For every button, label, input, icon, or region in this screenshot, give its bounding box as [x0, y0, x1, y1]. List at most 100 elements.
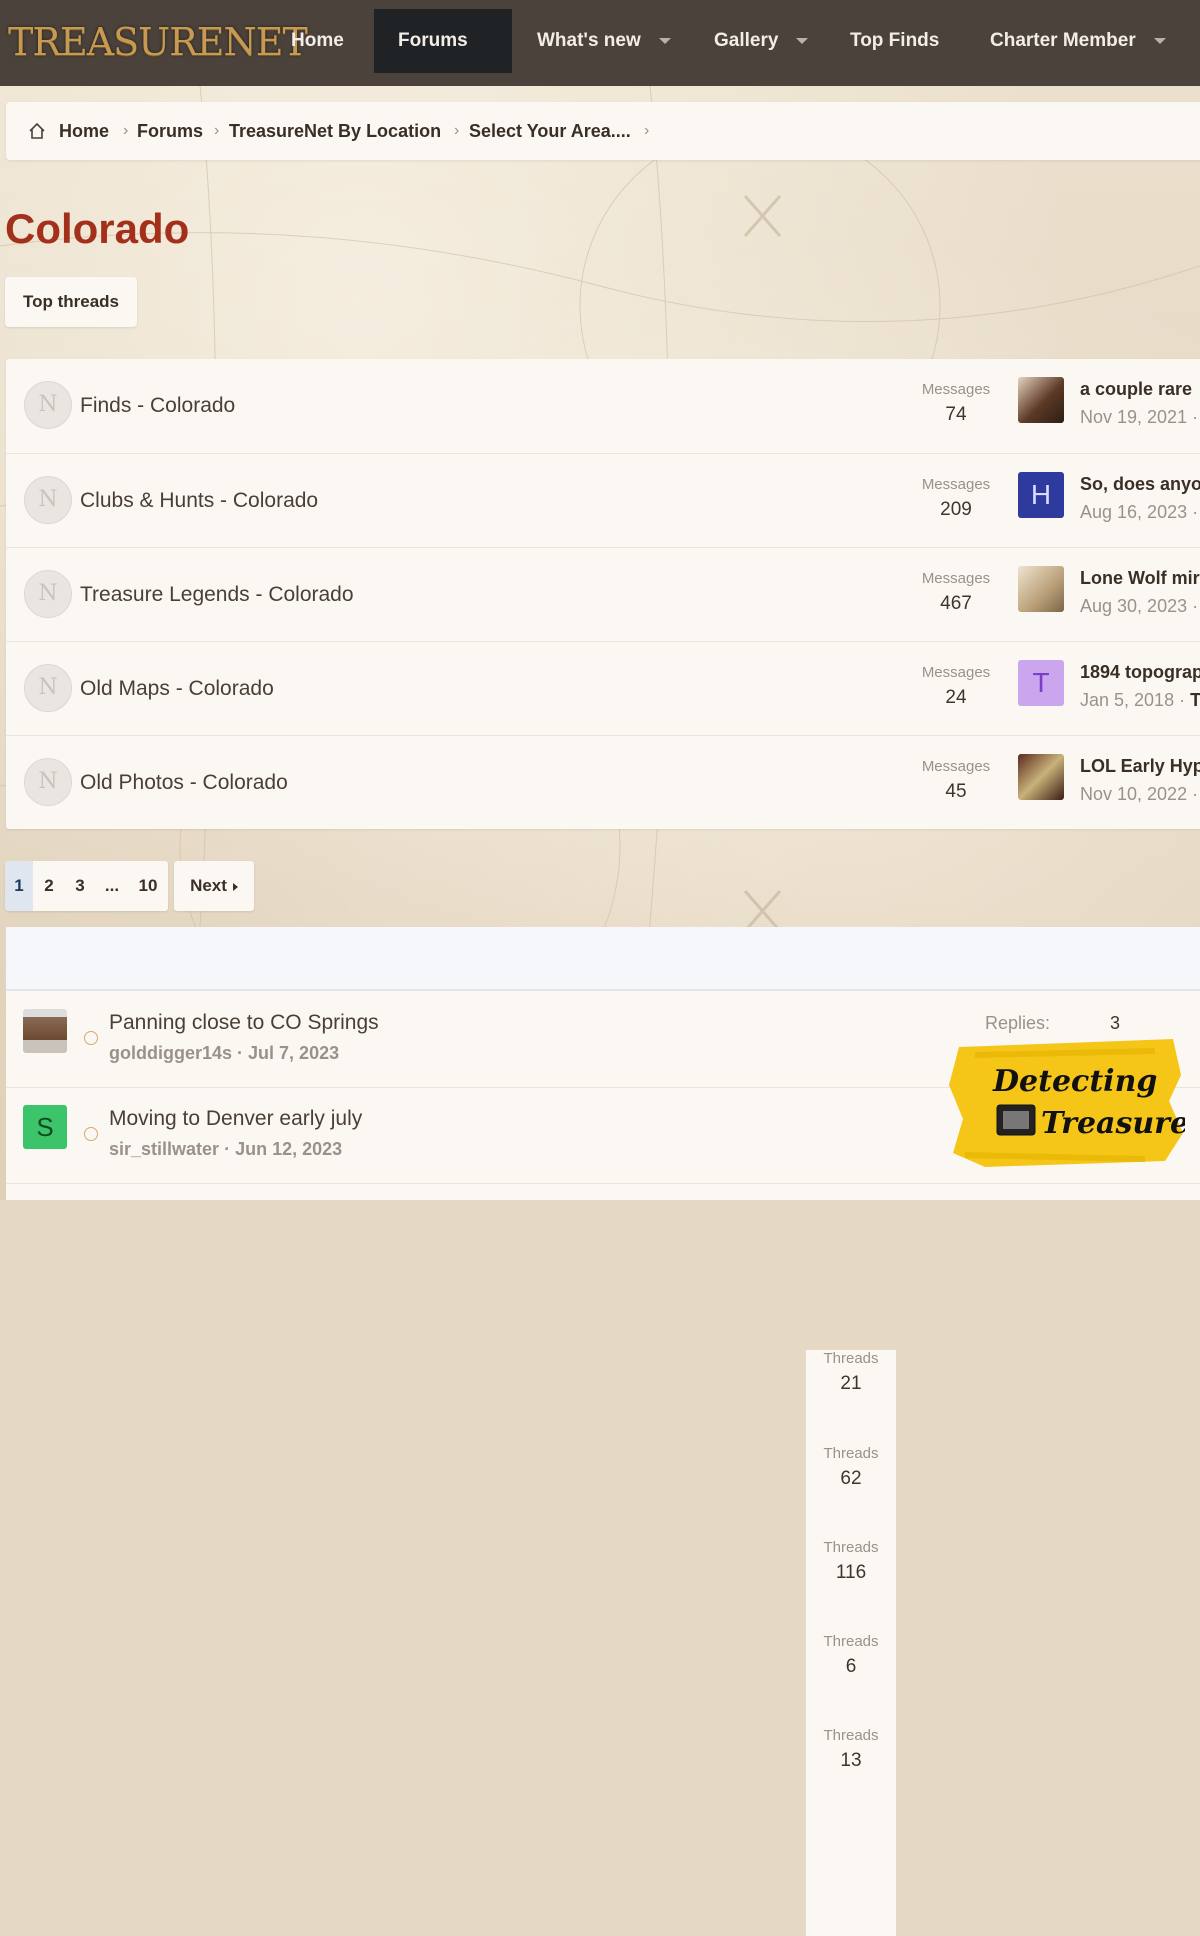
latest-thread-meta: Nov 10, 2022 · j — [1080, 784, 1199, 804]
nav-gallery[interactable]: Gallery — [690, 9, 832, 73]
unread-status-icon — [84, 1127, 98, 1141]
message-count: Messages 74 — [911, 381, 1001, 426]
messages-value: 467 — [940, 593, 972, 614]
breadcrumb-forums[interactable]: Forums — [137, 102, 203, 160]
chevron-right-icon: › — [123, 122, 129, 139]
messages-label: Messages — [921, 381, 991, 398]
avatar[interactable] — [1018, 377, 1064, 423]
forum-row[interactable]: N Treasure Legends - Colorado Threads 116… — [6, 547, 1200, 1748]
threads-value: 116 — [835, 1562, 867, 1583]
nav-forums[interactable]: Forums — [374, 9, 512, 108]
page-10-button[interactable]: 10 — [129, 861, 167, 911]
latest-thread-title[interactable]: LOL Early Hyp — [1080, 756, 1200, 777]
avatar[interactable] — [1018, 754, 1064, 800]
thread-date[interactable]: Jul 7, 2023 — [248, 1043, 339, 1063]
forum-icon: N — [24, 381, 72, 429]
nav-forums-label: Forums — [398, 30, 468, 51]
thread-author[interactable]: golddigger14s — [109, 1043, 232, 1063]
latest-thread-meta: Aug 30, 2023 · — [1080, 596, 1199, 616]
page-1-button[interactable]: 1 — [5, 861, 33, 911]
page-ellipsis-button[interactable]: ... — [97, 861, 127, 911]
thread-list-header — [6, 927, 1200, 991]
chevron-down-icon[interactable] — [796, 37, 809, 44]
thread-author[interactable]: sir_stillwater — [109, 1139, 219, 1159]
thread-title[interactable]: Moving to Denver early july — [109, 1107, 362, 1131]
avatar[interactable]: S — [23, 1105, 67, 1149]
forum-title[interactable]: Finds - Colorado — [80, 359, 235, 453]
forum-row[interactable]: N Old Photos - Colorado Threads 13 Messag… — [6, 735, 1200, 1936]
forum-icon: N — [24, 570, 72, 618]
breadcrumb-select-area[interactable]: Select Your Area.... — [469, 102, 631, 160]
message-count: Messages 45 — [911, 758, 1001, 803]
svg-text:Detecting: Detecting — [992, 1064, 1157, 1099]
forum-list: N Finds - Colorado Threads 21 Messages 74 … — [6, 359, 1200, 1936]
chevron-right-icon: › — [214, 122, 220, 139]
messages-value: 45 — [945, 781, 967, 802]
forum-icon: N — [24, 664, 72, 712]
breadcrumb-home[interactable]: Home — [59, 102, 109, 160]
messages-label: Messages — [921, 570, 991, 587]
nav-top-finds[interactable]: Top Finds — [826, 9, 963, 73]
forum-icon: N — [24, 476, 72, 524]
top-threads-button[interactable]: Top threads — [5, 277, 137, 327]
latest-thread-title[interactable]: Lone Wolf mir — [1080, 568, 1200, 589]
breadcrumb-location[interactable]: TreasureNet By Location — [229, 102, 441, 160]
messages-value: 209 — [940, 499, 972, 520]
avatar[interactable] — [1018, 566, 1064, 612]
forum-row[interactable]: N Old Maps - Colorado Threads 6 Messages 2… — [6, 641, 1200, 1842]
next-label: Next — [190, 876, 227, 895]
threads-label: Threads — [823, 1350, 879, 1367]
chevron-down-icon[interactable] — [1153, 37, 1166, 44]
forum-title[interactable]: Clubs & Hunts - Colorado — [80, 454, 318, 548]
forum-icon: N — [24, 758, 72, 806]
latest-thread-title[interactable]: 1894 topograp — [1080, 662, 1200, 683]
latest-thread-meta: Aug 16, 2023 · — [1080, 502, 1199, 522]
avatar[interactable]: T — [1018, 660, 1064, 706]
thread-date[interactable]: Jun 12, 2023 — [235, 1139, 342, 1159]
messages-value: 24 — [945, 687, 967, 708]
forum-row[interactable]: N Finds - Colorado Threads 21 Messages 74 … — [6, 359, 1200, 1559]
messages-label: Messages — [921, 758, 991, 775]
message-count: Messages 24 — [911, 664, 1001, 709]
forum-title[interactable]: Treasure Legends - Colorado — [80, 548, 354, 642]
svg-text:Treasures: Treasures — [1041, 1106, 1185, 1141]
nav-whats-new[interactable]: What's new — [513, 9, 695, 73]
forum-row[interactable]: N Clubs & Hunts - Colorado Threads 62 Mes… — [6, 453, 1200, 1654]
thread-title[interactable]: Panning close to CO Springs — [109, 1011, 379, 1035]
next-page-button[interactable]: Next — [174, 861, 254, 911]
chevron-right-icon: › — [644, 122, 650, 139]
chevron-down-icon[interactable] — [658, 37, 671, 44]
breadcrumb: Home › Forums › TreasureNet By Location … — [6, 102, 1200, 160]
page-3-button[interactable]: 3 — [65, 861, 95, 911]
threads-label: Threads — [823, 1539, 879, 1556]
nav-charter-member-label: Charter Member — [990, 30, 1136, 51]
threads-label: Threads — [823, 1633, 879, 1650]
nav-charter-member[interactable]: Charter Member — [966, 9, 1190, 73]
threads-value: 6 — [845, 1656, 857, 1677]
chevron-right-icon — [232, 882, 238, 891]
nav-whats-new-label: What's new — [537, 30, 641, 51]
forum-title[interactable]: Old Maps - Colorado — [80, 642, 274, 736]
threads-value: 62 — [840, 1468, 862, 1489]
home-icon[interactable] — [28, 122, 46, 140]
latest-date: Jan 5, 2018 — [1080, 690, 1175, 710]
latest-user[interactable]: Ti — [1190, 690, 1200, 710]
replies-value: 3 — [1110, 1013, 1121, 1033]
unread-status-icon — [84, 1031, 98, 1045]
messages-label: Messages — [921, 476, 991, 493]
page-2-button[interactable]: 2 — [35, 861, 63, 911]
latest-thread-meta: Jan 5, 2018 · Ti — [1080, 690, 1200, 711]
message-count: Messages 209 — [911, 476, 1001, 521]
avatar[interactable]: H — [1018, 472, 1064, 518]
threads-value: 21 — [840, 1373, 862, 1394]
latest-thread-title[interactable]: So, does anyo — [1080, 474, 1200, 495]
threads-value: 13 — [840, 1750, 862, 1771]
nav-home[interactable]: Home — [267, 9, 368, 73]
latest-thread-title[interactable]: a couple rare — [1080, 379, 1192, 400]
latest-date: Nov 10, 2022 — [1080, 784, 1188, 804]
avatar[interactable] — [23, 1009, 67, 1053]
thread-count: Threads 13 — [806, 1727, 896, 1936]
forum-title[interactable]: Old Photos - Colorado — [80, 736, 288, 830]
site-logo[interactable]: TREASURENET — [8, 18, 308, 66]
threads-label: Threads — [823, 1445, 879, 1462]
